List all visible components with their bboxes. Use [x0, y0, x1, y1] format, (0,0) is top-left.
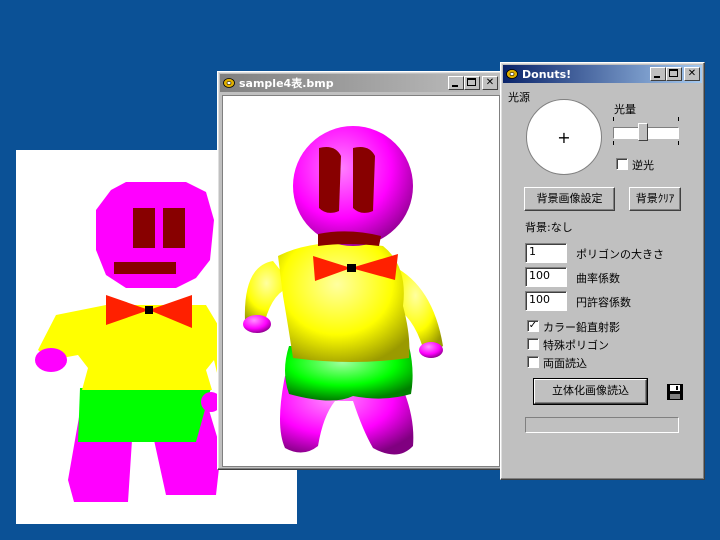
close-icon: ✕	[485, 77, 495, 88]
light-amount-label: 光量	[614, 103, 636, 116]
color-vertical-projection-label: カラー鉛直射影	[543, 321, 620, 334]
maximize-icon	[467, 78, 476, 86]
minimize-icon	[452, 85, 458, 87]
close-icon: ✕	[687, 68, 697, 79]
slider-ticks-bottom	[613, 141, 679, 145]
curvature-coefficient-label: 曲率係数	[576, 272, 620, 285]
maximize-button[interactable]	[666, 67, 682, 81]
circle-tolerance-label: 円許容係数	[576, 296, 631, 309]
slider-thumb[interactable]	[638, 123, 649, 141]
special-polygon-label: 特殊ポリゴン	[543, 339, 609, 352]
image-window-titlebar[interactable]: sample4表.bmp ✕	[220, 74, 500, 92]
minimize-button[interactable]	[650, 67, 666, 81]
double-sided-load-checkbox[interactable]	[527, 356, 539, 368]
floppy-disk-icon[interactable]	[666, 383, 684, 401]
light-source-picker[interactable]: +	[526, 99, 602, 175]
minimize-icon	[654, 76, 660, 78]
crosshair-icon: +	[557, 127, 571, 147]
background-clear-button[interactable]: 背景ｸﾘｱ	[629, 187, 681, 211]
reverse-light-label: 逆光	[632, 159, 654, 172]
close-button[interactable]: ✕	[482, 76, 498, 90]
minimize-button[interactable]	[448, 76, 464, 90]
color-vertical-projection-checkbox[interactable]: ✓	[527, 320, 539, 332]
light-source-label: 光源	[508, 91, 530, 104]
double-sided-load-label: 両面読込	[543, 357, 587, 370]
curvature-coefficient-input[interactable]: 100	[525, 267, 567, 287]
background-image-button[interactable]: 背景画像設定	[524, 187, 615, 211]
image-window: sample4表.bmp ✕	[217, 71, 503, 470]
reverse-light-checkbox[interactable]	[616, 158, 628, 170]
maximize-button[interactable]	[464, 76, 480, 90]
donuts-window-titlebar[interactable]: Donuts! ✕	[503, 65, 702, 83]
load-3d-image-button[interactable]: 立体化画像読込	[533, 378, 648, 405]
polygon-size-label: ポリゴンの大きさ	[576, 248, 664, 261]
donuts-window-title: Donuts!	[522, 67, 572, 81]
slider-ticks	[613, 117, 679, 121]
check-icon: ✓	[528, 320, 538, 331]
close-button[interactable]: ✕	[684, 67, 700, 81]
special-polygon-checkbox[interactable]	[527, 338, 539, 350]
donut-app-icon	[506, 69, 518, 79]
polygon-size-input[interactable]: 1	[525, 243, 567, 263]
progress-bar	[525, 417, 679, 433]
3d-rendered-character	[243, 126, 443, 455]
light-amount-slider[interactable]	[611, 117, 681, 145]
image-canvas	[222, 95, 500, 467]
circle-tolerance-input[interactable]: 100	[525, 291, 567, 311]
background-status: 背景:なし	[525, 221, 573, 234]
donut-app-icon	[223, 78, 235, 88]
donuts-window: Donuts! ✕ 光源 + 光量 逆光 背景画像設定 背景ｸﾘｱ 背景:なし …	[500, 62, 705, 480]
image-window-title: sample4表.bmp	[239, 77, 334, 90]
maximize-icon	[669, 69, 678, 77]
